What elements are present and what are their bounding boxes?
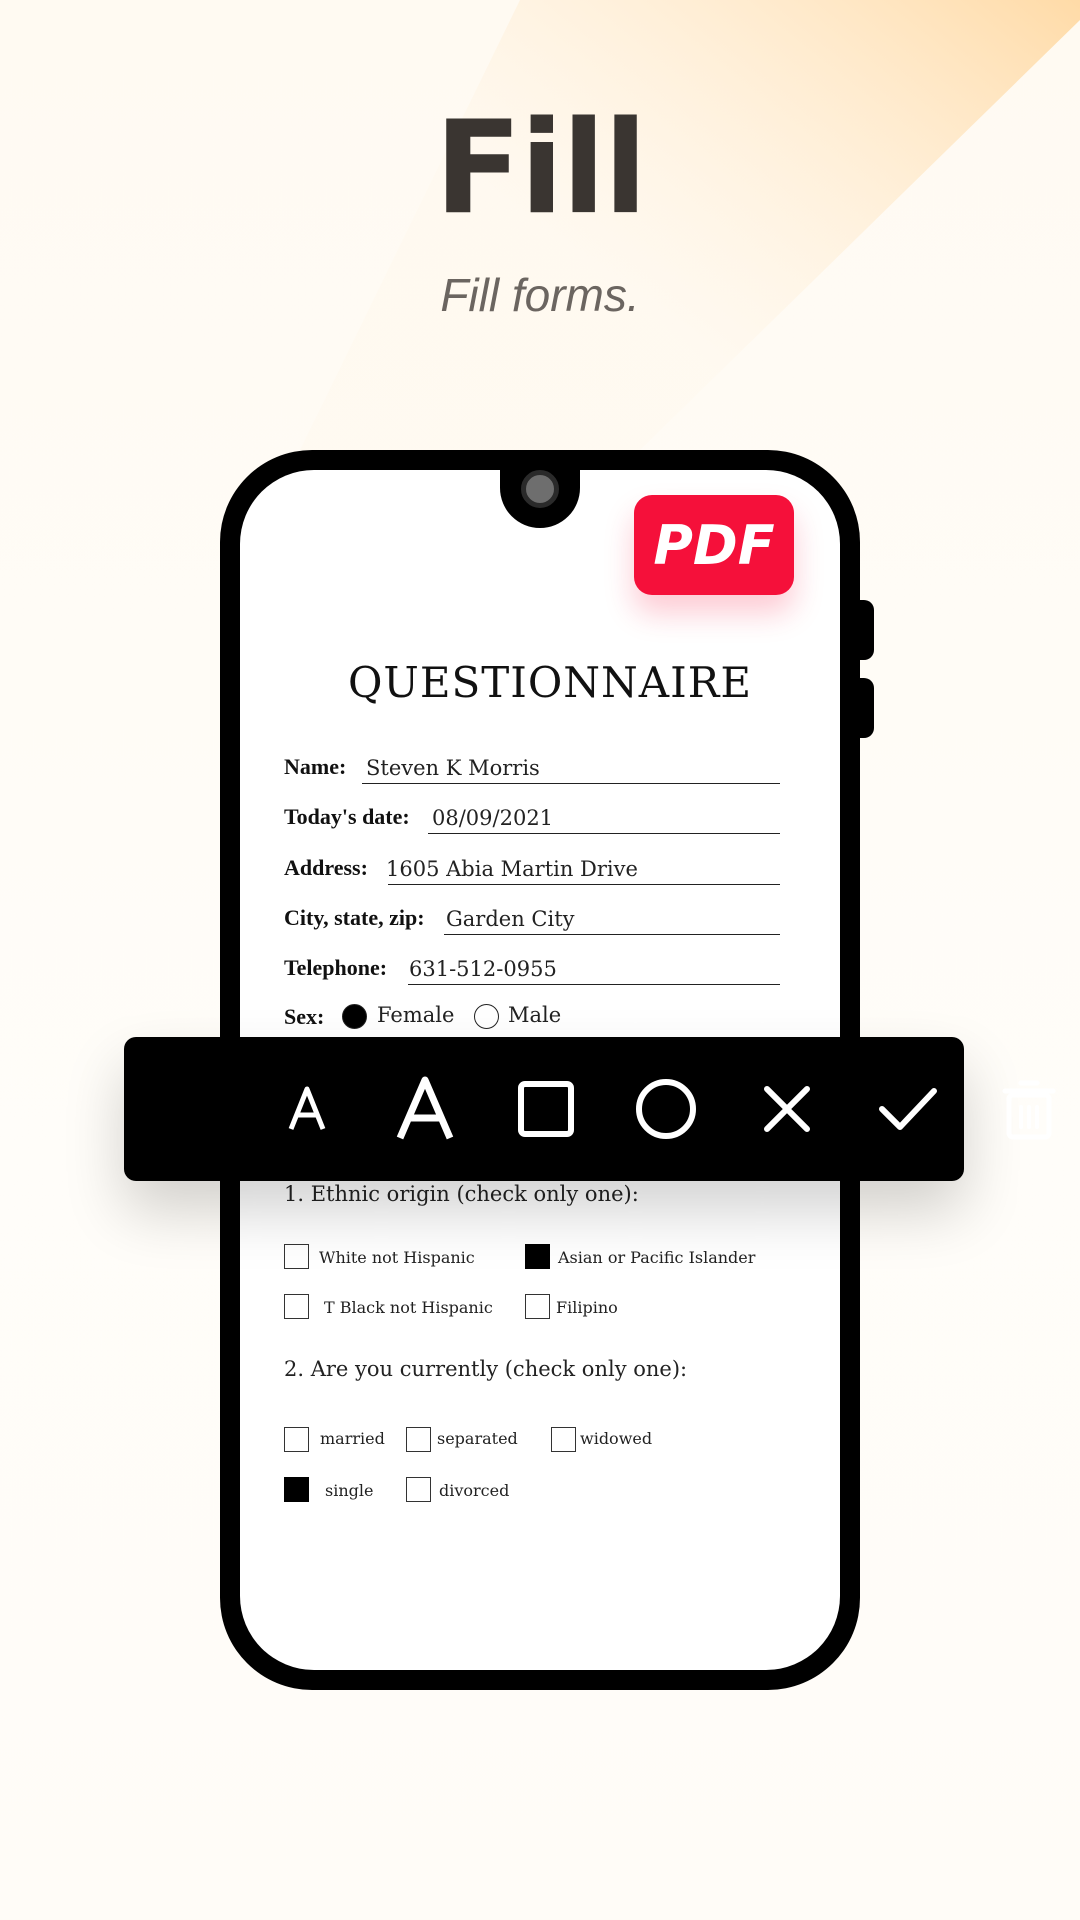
questionnaire-document: QUESTIONNAIRE Name: Steven K Morris Toda…: [0, 0, 1080, 1920]
question-marital-status: 2. Are you currently (check only one):: [284, 1357, 688, 1381]
name-field[interactable]: Name: Steven K Morris: [284, 748, 780, 784]
checkbox-label: widowed: [580, 1429, 653, 1448]
checkbox-single[interactable]: [284, 1477, 309, 1502]
checkbox-label: divorced: [439, 1481, 510, 1500]
radio-label: Female: [377, 1003, 455, 1027]
telephone-field[interactable]: Telephone: 631-512-0955: [284, 949, 780, 985]
small-text-icon: [288, 1086, 326, 1130]
delete-tool[interactable]: [974, 1037, 1080, 1181]
field-label: Telephone:: [284, 955, 388, 980]
field-label: Sex:: [284, 1004, 325, 1029]
checkbox-divorced[interactable]: [406, 1477, 431, 1502]
square-icon: [518, 1081, 574, 1137]
checkbox-filipino[interactable]: [525, 1294, 550, 1319]
checkbox-label: married: [320, 1429, 385, 1448]
document-title: QUESTIONNAIRE: [347, 658, 752, 707]
checkbox-label: T Black not Hispanic: [324, 1298, 493, 1317]
field-value[interactable]: 631-512-0955: [409, 957, 557, 981]
trash-icon: [1002, 1080, 1056, 1140]
checkbox-label: separated: [437, 1429, 518, 1448]
small-text-tool[interactable]: [252, 1037, 362, 1181]
question-ethnic-origin: 1. Ethnic origin (check only one):: [284, 1182, 639, 1206]
date-field[interactable]: Today's date: 08/09/2021: [284, 798, 780, 834]
checkbox-label: White not Hispanic: [319, 1248, 475, 1267]
city-field[interactable]: City, state, zip: Garden City: [284, 899, 780, 935]
checkbox-white-not-hispanic[interactable]: [284, 1244, 309, 1269]
field-label: Today's date:: [284, 804, 410, 829]
field-underline: [388, 884, 780, 885]
circle-tool[interactable]: [611, 1037, 721, 1181]
rectangle-tool[interactable]: [491, 1037, 601, 1181]
field-underline: [362, 783, 780, 784]
sex-field: Sex: Female Male: [284, 1000, 684, 1036]
radio-label: Male: [508, 1003, 562, 1027]
large-text-tool[interactable]: [370, 1037, 480, 1181]
checkbox-separated[interactable]: [406, 1427, 431, 1452]
checkbox-widowed[interactable]: [551, 1427, 576, 1452]
cross-tool[interactable]: [732, 1037, 842, 1181]
field-value[interactable]: 1605 Abia Martin Drive: [386, 857, 638, 881]
cross-icon: [764, 1086, 810, 1132]
check-tool[interactable]: [853, 1037, 963, 1181]
checkbox-black-not-hispanic[interactable]: [284, 1294, 309, 1319]
field-value[interactable]: 08/09/2021: [432, 806, 553, 830]
checkbox-label: single: [325, 1481, 374, 1500]
check-icon: [879, 1088, 937, 1130]
male-radio[interactable]: [474, 1004, 499, 1029]
field-label: Address:: [284, 855, 368, 880]
field-underline: [408, 984, 780, 985]
field-value[interactable]: Garden City: [446, 907, 575, 931]
checkbox-asian-pacific-islander[interactable]: [525, 1244, 550, 1269]
field-underline: [428, 833, 780, 834]
checkbox-label: Filipino: [556, 1298, 618, 1317]
field-value[interactable]: Steven K Morris: [366, 756, 540, 780]
address-field[interactable]: Address: 1605 Abia Martin Drive: [284, 849, 780, 885]
circle-icon: [636, 1079, 696, 1139]
female-radio[interactable]: [342, 1004, 367, 1029]
field-label: City, state, zip:: [284, 905, 425, 930]
checkbox-label: Asian or Pacific Islander: [558, 1248, 756, 1267]
large-text-icon: [396, 1076, 454, 1140]
field-underline: [444, 934, 780, 935]
checkbox-married[interactable]: [284, 1427, 309, 1452]
field-label: Name:: [284, 754, 347, 779]
annotation-toolbar: [124, 1037, 1056, 1181]
